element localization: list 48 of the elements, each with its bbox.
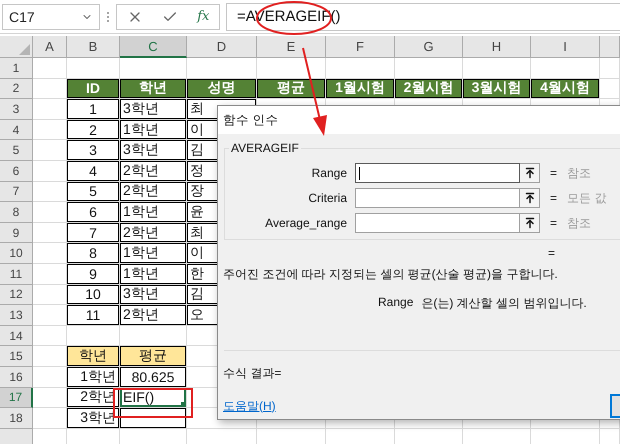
table-cell: 11	[67, 305, 120, 326]
table-header-cell: 4월시험	[531, 78, 600, 100]
table-cell: 7	[67, 222, 120, 244]
table-header-cell: 3월시험	[463, 78, 531, 100]
equals-sign: =	[550, 216, 558, 230]
table-header-cell: ID	[67, 78, 120, 100]
table-header-cell: 성명	[187, 78, 257, 100]
table-header-cell: 학년	[67, 346, 120, 367]
table-cell: 8	[67, 243, 120, 264]
table-cell: 2학년	[120, 222, 187, 244]
table-header-cell: 학년	[120, 78, 187, 100]
argument-label: Range	[310, 166, 348, 180]
table-header-cell: 평균	[120, 346, 187, 367]
table-header-cell: 1월시험	[326, 78, 395, 100]
table-cell: 3학년	[120, 284, 187, 306]
equals-sign: =	[550, 166, 558, 180]
table-cell: 2학년	[120, 305, 187, 326]
argument-hint: 참조	[567, 164, 591, 182]
table-cell: 10	[67, 284, 120, 306]
function-name: AVERAGEIF	[229, 141, 301, 155]
table-cell: 3학년	[120, 99, 187, 120]
argument-label: Average_range	[264, 216, 348, 230]
table-cell: 1	[67, 99, 120, 120]
table-cell: 1학년	[120, 202, 187, 223]
argument-hint: 참조	[567, 214, 591, 232]
table-cell: 1학년	[120, 264, 187, 285]
table-cell: 3	[67, 140, 120, 161]
table-cell: 2	[67, 120, 120, 140]
argument-description: 은(는) 계산할 셀의 범위입니다.	[421, 295, 587, 312]
table-cell: 2학년	[120, 160, 187, 182]
table-cell: 2학년	[120, 182, 187, 202]
table-cell: 1학년	[120, 243, 187, 264]
argument-name: Range	[378, 295, 414, 311]
table-header-cell: 2월시험	[395, 78, 463, 100]
table-cell: 9	[67, 264, 120, 285]
equals-sign: =	[550, 191, 558, 205]
equals-sign: =	[548, 246, 556, 260]
table-cell: 1학년	[120, 120, 187, 140]
table-header-cell: 평균	[257, 78, 326, 100]
table-cell: 80.625	[120, 366, 187, 388]
table-cell: 4	[67, 160, 120, 182]
table-cell: 3학년	[120, 140, 187, 161]
formula-result: 수식 결과=	[223, 365, 282, 382]
argument-label: Criteria	[307, 191, 348, 205]
argument-hint: 모든 값	[567, 190, 606, 206]
table-cell: 5	[67, 182, 120, 202]
table-cell: 1학년	[67, 366, 120, 388]
table-cell: 6	[67, 202, 120, 223]
